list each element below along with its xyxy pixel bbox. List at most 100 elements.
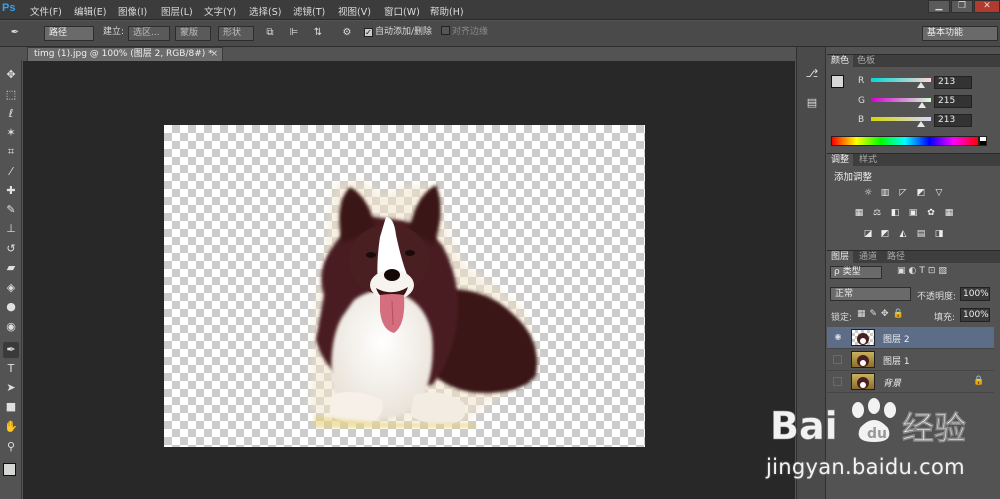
black-white-icon[interactable]: ◧ [889, 208, 901, 219]
blue-value-input[interactable]: 213 [934, 114, 972, 127]
menu-window[interactable]: 窗口(W) [384, 4, 420, 18]
eye-icon[interactable]: ◉ [833, 332, 843, 342]
layer-row[interactable]: ◉ 图层 2 [827, 327, 994, 349]
align-edges-option[interactable]: 对齐边缘 [441, 26, 488, 41]
visibility-toggle[interactable] [833, 377, 842, 386]
blue-slider-knob[interactable] [917, 121, 926, 127]
tab-color[interactable]: 颜色 [827, 55, 854, 68]
posterize-icon[interactable]: ◩ [879, 229, 891, 240]
menu-filter[interactable]: 滤镜(T) [293, 4, 325, 18]
color-spectrum-bar[interactable] [831, 136, 979, 146]
threshold-icon[interactable]: ◭ [897, 229, 909, 240]
fill-input[interactable]: 100% [960, 308, 990, 322]
curves-icon[interactable]: ◸ [897, 188, 909, 199]
make-selection-button[interactable]: 选区... [128, 26, 170, 41]
opacity-input[interactable]: 100% [960, 287, 990, 301]
menu-image[interactable]: 图像(I) [118, 4, 147, 18]
tab-channels[interactable]: 通道 [855, 251, 881, 264]
brightness-contrast-icon[interactable]: ☼ [862, 188, 874, 199]
align-edges-label: 对齐边缘 [452, 27, 489, 37]
document-tab-bar: timg (1).jpg @ 100% (图层 2, RGB/8#) * × [23, 47, 795, 61]
vibrance-icon[interactable]: ▽ [933, 188, 945, 199]
pen-tool-icon[interactable]: ✒ [3, 342, 19, 358]
lock-options-icons[interactable]: ▦✎✥🔒 [857, 309, 908, 319]
layer-row[interactable]: 图层 1 [827, 349, 994, 371]
tab-adjustments[interactable]: 调整 [827, 154, 854, 167]
menu-view[interactable]: 视图(V) [338, 4, 371, 18]
foreground-color-chip[interactable] [831, 75, 844, 88]
minimize-button[interactable]: ▁ [928, 0, 950, 13]
blur-tool-icon[interactable]: ● [3, 299, 19, 315]
layer-row[interactable]: 背景 🔒 [827, 371, 994, 393]
green-value-input[interactable]: 215 [934, 95, 972, 108]
workspace-dropdown[interactable]: 基本功能 [922, 26, 998, 41]
rectangle-tool-icon[interactable]: ■ [3, 399, 19, 415]
marquee-tool-icon[interactable]: ⬚ [3, 87, 19, 103]
align-edges-checkbox[interactable] [441, 26, 450, 35]
make-mask-button[interactable]: 蒙版 [175, 26, 211, 41]
lasso-tool-icon[interactable]: ℓ [3, 106, 19, 122]
zoom-tool-icon[interactable]: ⚲ [3, 439, 19, 455]
dodge-tool-icon[interactable]: ◉ [3, 319, 19, 335]
canvas-area[interactable] [23, 61, 795, 499]
close-button[interactable]: ✕ [974, 0, 1000, 13]
color-lookup-icon[interactable]: ▦ [943, 208, 955, 219]
visibility-toggle[interactable] [833, 355, 842, 364]
history-brush-tool-icon[interactable]: ↺ [3, 241, 19, 257]
channel-mixer-icon[interactable]: ✿ [925, 208, 937, 219]
path-alignment-icon[interactable]: ⊫ [287, 26, 301, 40]
pen-tool-preset-icon[interactable]: ✒ [8, 26, 22, 40]
eyedropper-tool-icon[interactable]: ⁄ [3, 164, 19, 180]
foreground-color-swatch[interactable] [3, 463, 16, 476]
menu-select[interactable]: 选择(S) [249, 4, 281, 18]
document-tab[interactable]: timg (1).jpg @ 100% (图层 2, RGB/8#) * × [27, 47, 223, 61]
clone-stamp-tool-icon[interactable]: ⊥ [3, 221, 19, 237]
layer-kind-filter[interactable]: ρ 类型 [830, 266, 882, 279]
menu-help[interactable]: 帮助(H) [430, 4, 464, 18]
restore-button[interactable]: ❐ [951, 0, 973, 13]
menu-edit[interactable]: 编辑(E) [74, 4, 106, 18]
eraser-tool-icon[interactable]: ▰ [3, 260, 19, 276]
path-mode-dropdown[interactable]: 路径 [44, 26, 94, 41]
selective-color-icon[interactable]: ◨ [933, 229, 945, 240]
blend-mode-dropdown[interactable]: 正常 [830, 287, 911, 301]
type-tool-icon[interactable]: T [3, 361, 19, 377]
tab-swatches[interactable]: 色板 [853, 55, 879, 68]
color-balance-icon[interactable]: ⚖ [871, 208, 883, 219]
auto-add-delete-checkbox[interactable]: ✓ [364, 28, 373, 37]
layer-filter-icons[interactable]: ▣◐T⊡▧ [897, 266, 977, 279]
move-tool-icon[interactable]: ✥ [3, 67, 19, 83]
green-slider-knob[interactable] [917, 102, 926, 108]
tab-styles[interactable]: 样式 [855, 154, 881, 167]
tab-paths[interactable]: 路径 [883, 251, 909, 264]
menu-type[interactable]: 文字(Y) [204, 4, 236, 18]
path-selection-tool-icon[interactable]: ➤ [3, 380, 19, 396]
crop-tool-icon[interactable]: ⌗ [3, 144, 19, 160]
hue-saturation-icon[interactable]: ▦ [853, 208, 865, 219]
brush-tool-icon[interactable]: ✎ [3, 202, 19, 218]
healing-brush-tool-icon[interactable]: ✚ [3, 183, 19, 199]
red-value-input[interactable]: 213 [934, 76, 972, 89]
tab-layers[interactable]: 图层 [827, 251, 854, 264]
properties-panel-icon[interactable]: ▤ [804, 95, 820, 111]
magic-wand-tool-icon[interactable]: ✶ [3, 125, 19, 141]
auto-add-delete-option[interactable]: ✓ 自动添加/删除 [364, 26, 432, 41]
gradient-map-icon[interactable]: ▤ [915, 229, 927, 240]
red-slider-knob[interactable] [917, 82, 926, 88]
history-panel-icon[interactable]: ⎇ [804, 66, 820, 82]
make-shape-button[interactable]: 形状 [218, 26, 254, 41]
hand-tool-icon[interactable]: ✋ [3, 419, 19, 435]
path-operations-icon[interactable]: ⧉ [263, 26, 277, 40]
photo-filter-icon[interactable]: ▣ [907, 208, 919, 219]
levels-icon[interactable]: ▥ [879, 188, 891, 199]
black-white-ramp[interactable] [979, 136, 987, 146]
menu-file[interactable]: 文件(F) [30, 4, 62, 18]
gear-icon[interactable]: ⚙ [340, 26, 354, 40]
invert-icon[interactable]: ◪ [862, 229, 874, 240]
document-canvas[interactable] [164, 125, 645, 447]
path-arrangement-icon[interactable]: ⇅ [311, 26, 325, 40]
exposure-icon[interactable]: ◩ [915, 188, 927, 199]
menu-layer[interactable]: 图层(L) [161, 4, 193, 18]
close-tab-icon[interactable]: × [210, 48, 218, 61]
paint-bucket-tool-icon[interactable]: ◈ [3, 280, 19, 296]
